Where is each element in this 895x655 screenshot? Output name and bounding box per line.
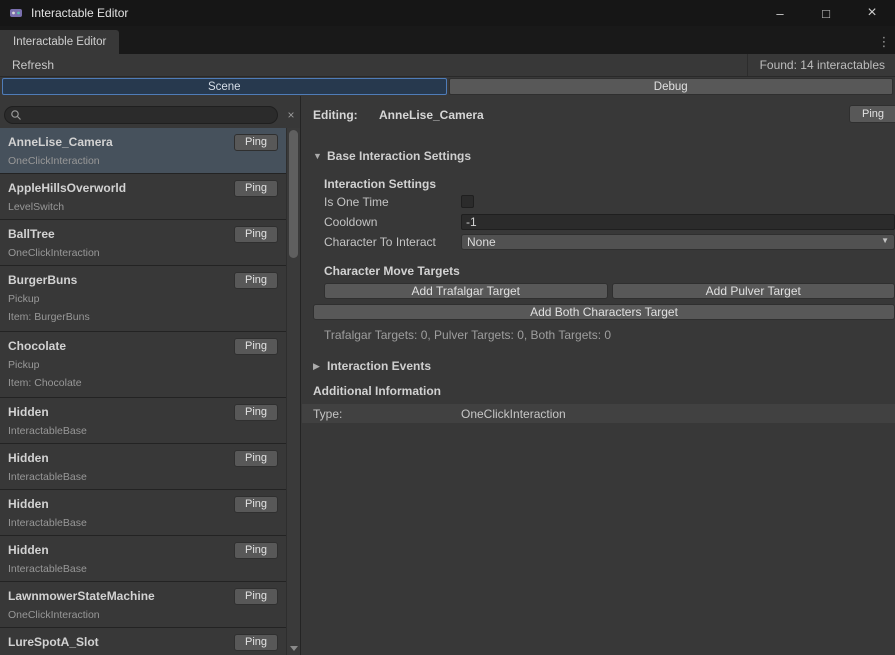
foldout-interaction-events[interactable]: ▶ Interaction Events — [302, 358, 895, 374]
editing-header: Editing: AnneLise_Camera Ping — [302, 96, 895, 126]
dropdown-value: None — [467, 235, 496, 249]
scrollbar-thumb[interactable] — [289, 130, 298, 258]
title-bar: Interactable Editor – □ × — [0, 0, 895, 26]
list-item-type: Pickup — [8, 358, 278, 372]
is-one-time-row: Is One Time — [324, 192, 895, 211]
list-item-type: OneClickInteraction — [8, 154, 278, 168]
add-both-characters-target-button[interactable]: Add Both Characters Target — [313, 304, 895, 320]
list-item-type: InteractableBase — [8, 516, 278, 530]
toolbar: Refresh Found: 14 interactables — [0, 54, 895, 77]
ping-button[interactable]: Ping — [234, 450, 278, 467]
search-icon — [10, 109, 22, 121]
tab-scene[interactable]: Scene — [2, 78, 447, 95]
interactable-editor-window: Interactable Editor – □ × Interactable E… — [0, 0, 895, 655]
inspector-panel: Editing: AnneLise_Camera Ping ▼ Base Int… — [302, 96, 895, 655]
list-item-type: InteractableBase — [8, 470, 278, 484]
ping-button[interactable]: Ping — [234, 634, 278, 651]
character-to-interact-row: Character To Interact None ▼ — [324, 232, 895, 251]
editor-tab-strip: Interactable Editor ⋮ — [0, 26, 895, 54]
list-item[interactable]: LureSpotA_Slot Ping — [0, 628, 286, 655]
search-clear-icon[interactable]: × — [283, 106, 299, 124]
cooldown-field[interactable] — [461, 214, 895, 230]
tab-interactable-editor[interactable]: Interactable Editor — [0, 30, 119, 54]
type-label: Type: — [313, 407, 461, 421]
type-row: Type: OneClickInteraction — [302, 404, 895, 423]
list-item[interactable]: BurgerBuns Pickup Item: BurgerBuns Ping — [0, 266, 286, 332]
app-icon — [9, 6, 23, 20]
base-settings-body: Interaction Settings Is One Time Cooldow… — [302, 177, 895, 342]
move-targets-header: Character Move Targets — [324, 264, 895, 278]
foldout-base-interaction-settings[interactable]: ▼ Base Interaction Settings — [302, 148, 895, 164]
list-item[interactable]: Hidden InteractableBase Ping — [0, 398, 286, 444]
close-icon[interactable]: × — [849, 0, 895, 26]
cooldown-row: Cooldown — [324, 212, 895, 231]
ping-button[interactable]: Ping — [234, 338, 278, 355]
list-item[interactable]: AppleHillsOverworld LevelSwitch Ping — [0, 174, 286, 220]
list-item[interactable]: AnneLise_Camera OneClickInteraction Ping — [0, 128, 286, 174]
list-item-type: InteractableBase — [8, 424, 278, 438]
window-title: Interactable Editor — [31, 6, 128, 20]
ping-button[interactable]: Ping — [234, 134, 278, 151]
type-value: OneClickInteraction — [461, 407, 566, 421]
add-trafalgar-target-button[interactable]: Add Trafalgar Target — [324, 283, 608, 299]
refresh-button[interactable]: Refresh — [0, 54, 66, 76]
editing-label: Editing: — [313, 108, 358, 122]
ping-button[interactable]: Ping — [234, 588, 278, 605]
list-item-detail: Item: BurgerBuns — [8, 310, 278, 324]
character-to-interact-dropdown[interactable]: None ▼ — [461, 234, 895, 250]
minimize-icon[interactable]: – — [757, 0, 803, 26]
list-item[interactable]: Hidden InteractableBase Ping — [0, 444, 286, 490]
is-one-time-label: Is One Time — [324, 195, 461, 209]
scene-list-panel: × AnneLise_Camera OneClickInteraction Pi… — [0, 96, 301, 655]
ping-button[interactable]: Ping — [234, 180, 278, 197]
list-item[interactable]: Hidden InteractableBase Ping — [0, 490, 286, 536]
tab-debug[interactable]: Debug — [449, 78, 894, 95]
list-item-type: OneClickInteraction — [8, 246, 278, 260]
list-item[interactable]: BallTree OneClickInteraction Ping — [0, 220, 286, 266]
character-to-interact-label: Character To Interact — [324, 235, 461, 249]
additional-information-header: Additional Information — [302, 384, 895, 398]
ping-button[interactable]: Ping — [234, 542, 278, 559]
list-scrollbar[interactable] — [286, 128, 300, 655]
window-controls: – □ × — [757, 0, 895, 26]
search-input[interactable] — [4, 106, 278, 124]
list-item-type: Pickup — [8, 292, 278, 306]
interactable-list: AnneLise_Camera OneClickInteraction Ping… — [0, 128, 286, 655]
scroll-down-icon[interactable] — [290, 646, 298, 651]
ping-button[interactable]: Ping — [234, 496, 278, 513]
maximize-icon[interactable]: □ — [803, 0, 849, 26]
targets-summary: Trafalgar Targets: 0, Pulver Targets: 0,… — [324, 328, 895, 342]
search-row: × — [4, 106, 296, 124]
list-item-type: LevelSwitch — [8, 200, 278, 214]
ping-button[interactable]: Ping — [234, 272, 278, 289]
editing-target-name: AnneLise_Camera — [379, 108, 484, 122]
add-pulver-target-button[interactable]: Add Pulver Target — [612, 283, 895, 299]
list-item-detail: Item: Chocolate — [8, 376, 278, 390]
chevron-down-icon: ▼ — [881, 236, 889, 245]
found-count-label: Found: 14 interactables — [747, 54, 895, 76]
ping-button[interactable]: Ping — [234, 404, 278, 421]
is-one-time-checkbox[interactable] — [461, 195, 474, 208]
ping-button[interactable]: Ping — [849, 105, 895, 123]
list-item[interactable]: Chocolate Pickup Item: Chocolate Ping — [0, 332, 286, 398]
add-target-buttons: Add Trafalgar Target Add Pulver Target — [324, 283, 895, 299]
list-item[interactable]: LawnmowerStateMachine OneClickInteractio… — [0, 582, 286, 628]
list-item-type: InteractableBase — [8, 562, 278, 576]
kebab-menu-icon[interactable]: ⋮ — [877, 32, 891, 52]
cooldown-label: Cooldown — [324, 215, 461, 229]
list-item[interactable]: Hidden InteractableBase Ping — [0, 536, 286, 582]
ping-button[interactable]: Ping — [234, 226, 278, 243]
view-tabs: Scene Debug — [0, 78, 895, 96]
foldout-closed-icon: ▶ — [313, 361, 325, 372]
foldout-open-icon: ▼ — [313, 151, 325, 161]
interaction-settings-header: Interaction Settings — [324, 177, 895, 191]
list-item-type: OneClickInteraction — [8, 608, 278, 622]
